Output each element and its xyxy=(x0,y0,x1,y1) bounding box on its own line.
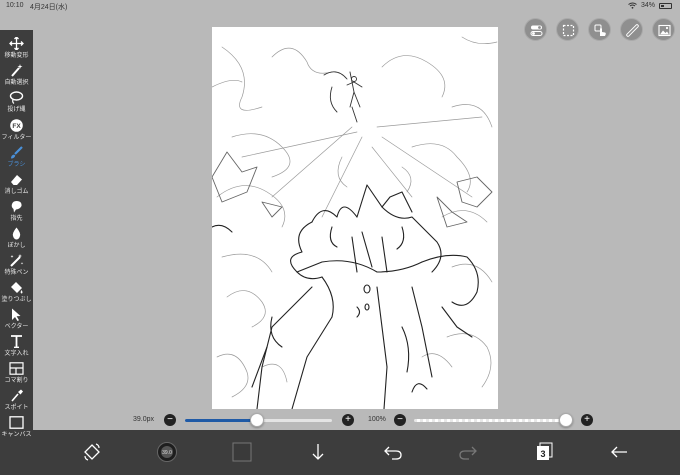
opacity-track[interactable] xyxy=(414,419,566,422)
brush-size-value: 39.0px xyxy=(133,416,155,423)
tool-label: 指先 xyxy=(10,216,23,222)
undo-icon xyxy=(384,446,402,460)
sketch-drawing xyxy=(211,36,498,410)
brush-preview-icon: 39.0 xyxy=(157,442,177,462)
ruler-icon xyxy=(626,24,639,37)
finger-icon xyxy=(11,201,22,213)
battery-icon xyxy=(659,2,672,9)
tool-panel[interactable]: コマ割り xyxy=(0,360,33,385)
ruler-button[interactable] xyxy=(620,18,643,41)
fx-icon: FX xyxy=(10,119,23,132)
tool-label: キャンバス xyxy=(1,432,32,438)
brush-size-fill xyxy=(185,419,258,422)
tool-lasso[interactable]: 投げ縄 xyxy=(0,89,33,114)
tool-eyedropper[interactable]: スポイト xyxy=(0,387,33,412)
tool-label: 文字入れ xyxy=(4,351,29,357)
undo-button[interactable] xyxy=(379,438,407,466)
touch-icon xyxy=(594,24,606,36)
tool-move[interactable]: 移動変形 xyxy=(0,35,33,60)
bucket-icon xyxy=(11,282,23,294)
down-arrow-icon xyxy=(312,444,324,460)
material-button[interactable] xyxy=(652,18,675,41)
tool-fill[interactable]: 塗りつぶし xyxy=(0,279,33,304)
tool-blur[interactable]: ぼかし xyxy=(0,225,33,250)
back-button[interactable] xyxy=(605,438,633,466)
tool-special-pen[interactable]: 特殊ペン xyxy=(0,252,33,277)
back-arrow-icon xyxy=(611,446,627,458)
brush-preview-button[interactable]: 39.0 xyxy=(153,438,181,466)
tool-label: ぼかし xyxy=(7,243,26,249)
tool-filter[interactable]: FX フィルター xyxy=(0,117,33,142)
move-icon xyxy=(9,37,24,50)
opacity-increase-button[interactable]: + xyxy=(581,414,593,426)
layers-button[interactable]: 3 xyxy=(530,438,558,466)
wifi-icon xyxy=(628,2,637,9)
opacity-knob[interactable] xyxy=(559,413,573,427)
eyedropper-icon xyxy=(11,389,23,402)
special-pen-icon xyxy=(10,254,24,267)
tool-label: コマ割り xyxy=(4,378,29,384)
layers-icon: 3 xyxy=(537,442,553,460)
brush-size-knob[interactable] xyxy=(250,413,265,427)
brush-icon xyxy=(11,146,23,159)
tool-text[interactable]: 文字入れ xyxy=(0,333,33,358)
tool-label: ブラシ xyxy=(7,162,26,168)
color-swatch-icon xyxy=(232,442,252,462)
tool-label: 投げ縄 xyxy=(7,107,26,113)
tool-eraser[interactable]: 消しゴム xyxy=(0,171,33,196)
vector-icon xyxy=(12,308,21,321)
tool-label: 自動選択 xyxy=(4,80,29,86)
status-date: 4月24日(水) xyxy=(30,4,68,11)
lasso-icon xyxy=(9,91,24,104)
opacity-value: 100% xyxy=(368,416,386,423)
opacity-decrease-button[interactable]: − xyxy=(394,414,406,426)
rotate-view-button[interactable] xyxy=(78,438,106,466)
tool-label: ベクター xyxy=(4,324,29,330)
blur-drop-icon xyxy=(12,227,21,240)
redo-icon xyxy=(459,446,477,460)
toggle-icon xyxy=(530,25,543,36)
redo-button[interactable] xyxy=(454,438,482,466)
panel-icon xyxy=(9,362,24,375)
brush-size-increase-button[interactable]: + xyxy=(342,414,354,426)
status-time: 10:10 xyxy=(6,2,24,9)
eraser-icon xyxy=(11,175,22,185)
status-right: 34% xyxy=(628,2,672,9)
bottom-bar: 39.0 3 xyxy=(33,430,680,475)
toggle-button[interactable] xyxy=(524,18,547,41)
drawing-canvas[interactable] xyxy=(211,27,498,410)
touch-button[interactable] xyxy=(588,18,611,41)
slider-row: 39.0px − + 100% − + xyxy=(0,410,680,430)
tool-vector[interactable]: ベクター xyxy=(0,306,33,331)
battery-percent: 34% xyxy=(640,2,655,9)
selection-icon xyxy=(562,24,575,37)
download-button[interactable] xyxy=(304,438,332,466)
status-bar: 10:10 4月24日(水) 34% xyxy=(0,0,680,13)
tool-brush[interactable]: ブラシ xyxy=(0,144,33,169)
tool-label: 塗りつぶし xyxy=(1,297,32,303)
tool-label: フィルター xyxy=(1,135,32,141)
tool-auto-select[interactable]: 自動選択 xyxy=(0,62,33,87)
tool-label: 消しゴム xyxy=(4,189,29,195)
tool-bar: 移動変形 自動選択 投げ縄 FX フィルター ブラシ 消しゴム 指先 ぼかし 特… xyxy=(0,30,33,475)
text-icon xyxy=(11,335,22,348)
tool-finger[interactable]: 指先 xyxy=(0,198,33,223)
tool-label: 特殊ペン xyxy=(4,270,29,276)
svg-text:FX: FX xyxy=(12,123,21,130)
selection-button[interactable] xyxy=(556,18,579,41)
magic-wand-icon xyxy=(11,64,23,77)
svg-text:3: 3 xyxy=(540,449,545,459)
tool-label: 移動変形 xyxy=(4,53,29,59)
rotate-icon xyxy=(84,443,100,461)
color-swatch-button[interactable] xyxy=(228,438,256,466)
image-material-icon xyxy=(658,24,671,37)
brush-size-decrease-button[interactable]: − xyxy=(164,414,176,426)
svg-text:39.0: 39.0 xyxy=(162,450,172,456)
